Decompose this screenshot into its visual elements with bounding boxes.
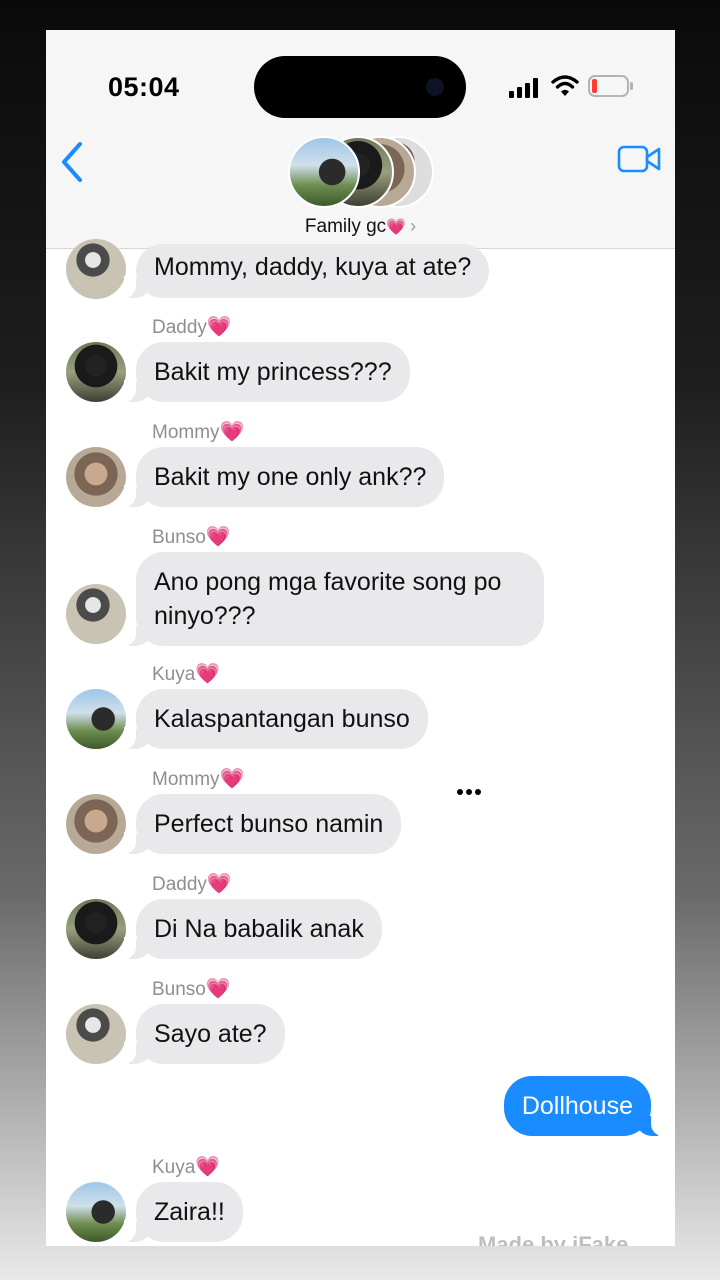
sender-label: Mommy bbox=[152, 422, 220, 443]
sender-avatar bbox=[66, 342, 126, 402]
message-list[interactable]: Mommy, daddy, kuya at ate? Daddy💗 Bakit … bbox=[46, 239, 675, 1246]
sender-name: Bunso💗 bbox=[152, 524, 231, 549]
incoming-message-bubble[interactable]: Mommy, daddy, kuya at ate? bbox=[123, 244, 490, 298]
incoming-message-bubble[interactable]: Zaira!! bbox=[124, 1182, 243, 1242]
sender-name: Daddy💗 bbox=[152, 314, 232, 339]
phone-screen: 05:04 Family gc💗 › Mommy, daddy, kuya at… bbox=[46, 30, 675, 1246]
sender-avatar bbox=[66, 584, 126, 644]
sender-avatar bbox=[66, 794, 126, 854]
sender-label: Daddy bbox=[152, 317, 207, 338]
pink-heart-emoji: 💗 bbox=[206, 316, 232, 338]
pink-heart-emoji: 💗 bbox=[386, 219, 407, 236]
sender-avatar bbox=[66, 1182, 126, 1242]
sender-label: Bunso bbox=[152, 979, 206, 1000]
pink-heart-emoji: 💗 bbox=[219, 768, 245, 790]
more-dots-icon[interactable] bbox=[456, 788, 482, 796]
status-bar: 05:04 bbox=[46, 30, 675, 140]
pink-heart-emoji: 💗 bbox=[195, 1156, 221, 1178]
sender-name: Kuya💗 bbox=[152, 1154, 220, 1179]
wifi-icon bbox=[551, 75, 579, 96]
sender-avatar bbox=[66, 239, 126, 299]
sender-label: Mommy bbox=[152, 769, 220, 790]
incoming-message-bubble[interactable]: Di Na babalik anak bbox=[124, 899, 382, 959]
battery-low-icon bbox=[588, 75, 633, 97]
chevron-right-icon: › bbox=[410, 216, 417, 236]
conversation-header: Family gc💗 › bbox=[46, 130, 675, 249]
video-camera-icon[interactable] bbox=[617, 144, 661, 174]
status-time: 05:04 bbox=[108, 72, 180, 102]
sender-avatar bbox=[66, 689, 126, 749]
front-camera-icon bbox=[426, 78, 444, 96]
sender-label: Kuya bbox=[152, 664, 196, 685]
sender-name: Bunso💗 bbox=[152, 976, 231, 1001]
group-name: Family gc bbox=[304, 216, 387, 237]
group-name-link[interactable]: Family gc💗 › bbox=[46, 216, 675, 238]
sender-name: Mommy💗 bbox=[152, 419, 244, 444]
pink-heart-emoji: 💗 bbox=[219, 421, 245, 443]
pink-heart-emoji: 💗 bbox=[205, 978, 231, 1000]
pink-heart-emoji: 💗 bbox=[206, 873, 232, 895]
pink-heart-emoji: 💗 bbox=[205, 526, 231, 548]
incoming-message-bubble[interactable]: Bakit my one only ank?? bbox=[123, 447, 445, 507]
sender-name: Kuya💗 bbox=[152, 661, 220, 686]
sender-label: Kuya bbox=[152, 1157, 196, 1178]
incoming-message-bubble[interactable]: Kalaspantangan bunso bbox=[124, 689, 428, 749]
group-avatar bbox=[288, 136, 360, 208]
sender-avatar bbox=[66, 447, 126, 507]
incoming-message-bubble[interactable]: Sayo ate? bbox=[124, 1004, 285, 1064]
chevron-left-icon[interactable] bbox=[58, 140, 88, 184]
outgoing-message-bubble[interactable]: Dollhouse bbox=[503, 1076, 664, 1136]
group-avatar-stack[interactable] bbox=[288, 136, 438, 210]
sender-name: Mommy💗 bbox=[152, 766, 244, 791]
sender-avatar bbox=[66, 1004, 126, 1064]
dynamic-island bbox=[254, 56, 466, 118]
pink-heart-emoji: 💗 bbox=[195, 663, 221, 685]
incoming-message-bubble[interactable]: Perfect bunso namin bbox=[123, 794, 402, 854]
sender-avatar bbox=[66, 899, 126, 959]
watermark-text: Made by iFake bbox=[478, 1232, 629, 1246]
incoming-message-bubble[interactable]: Ano pong mga favorite song po ninyo??? bbox=[124, 552, 544, 646]
sender-label: Daddy bbox=[152, 874, 207, 895]
sender-name: Daddy💗 bbox=[152, 871, 232, 896]
sender-label: Bunso bbox=[152, 527, 206, 548]
cellular-signal-icon bbox=[509, 78, 538, 98]
incoming-message-bubble[interactable]: Bakit my princess??? bbox=[124, 342, 410, 402]
